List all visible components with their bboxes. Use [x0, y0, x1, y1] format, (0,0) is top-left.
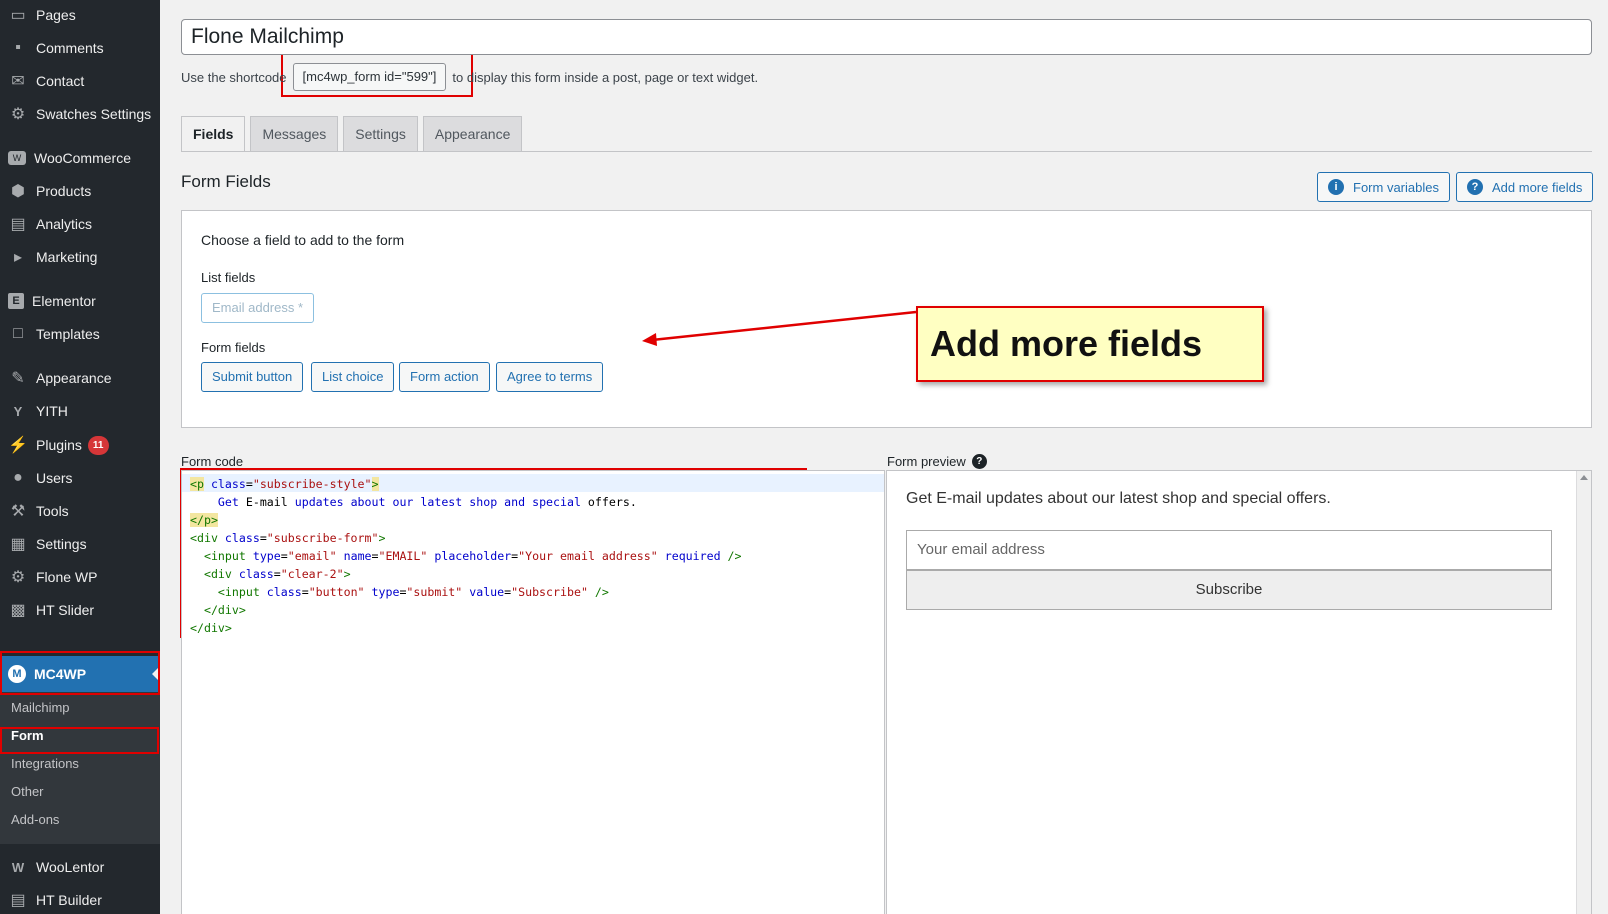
list-choice-field-button[interactable]: List choice [311, 362, 395, 392]
shortcode-prefix: Use the shortcode [181, 69, 287, 85]
tab-appearance[interactable]: Appearance [422, 116, 523, 151]
help-icon[interactable]: ? [971, 454, 987, 469]
gear-icon: ⚙ [10, 569, 26, 586]
sidebar-item-analytics[interactable]: ▤ Analytics [0, 209, 160, 239]
sidebar-item-marketing[interactable]: ▸ Marketing [0, 242, 160, 272]
plug-icon: ⚡ [8, 437, 28, 454]
document-icon: ▤ [10, 892, 26, 909]
submenu-item-form[interactable]: Form [11, 728, 44, 743]
email-address-field-button[interactable]: Email address * [201, 293, 315, 323]
form-title-input[interactable]: Flone Mailchimp [181, 19, 1592, 55]
submenu-item-integrations[interactable]: Integrations [11, 756, 79, 771]
code-line: </div> [190, 621, 232, 635]
sidebar-item-pages[interactable]: ▭ Pages [0, 0, 160, 30]
list-fields-label: List fields [201, 270, 256, 285]
info-icon: i [1328, 179, 1344, 195]
preview-subscribe-button[interactable]: Subscribe [906, 570, 1552, 610]
sidebar-item-users[interactable]: ● Users [0, 463, 160, 493]
sidebar-item-tools[interactable]: ⚒ Tools [0, 496, 160, 526]
gear-icon: ⚙ [10, 106, 26, 123]
form-preview-label-text: Form preview [887, 454, 966, 469]
submenu-item-mailchimp[interactable]: Mailchimp [11, 700, 70, 715]
mc4wp-icon: M [8, 665, 26, 683]
woolentor-icon: W [11, 859, 25, 875]
pages-icon: ▭ [10, 7, 26, 24]
form-preview-label: Form preview ? [887, 454, 987, 469]
shortcode-field[interactable]: [mc4wp_form id="599"] [292, 63, 447, 91]
mc4wp-submenu: Mailchimp Form Integrations Other Add-on… [0, 692, 160, 844]
form-code-label: Form code [181, 454, 244, 469]
sidebar-item-elementor[interactable]: E Elementor [0, 286, 160, 316]
sidebar-item-templates[interactable]: □ Templates [0, 319, 160, 349]
comments-icon: ▪ [15, 39, 21, 56]
sidebar-item-ht-builder[interactable]: ▤ HT Builder [0, 885, 160, 914]
help-icon: ? [1467, 179, 1483, 195]
tabs-divider [181, 151, 1592, 152]
sidebar-item-appearance[interactable]: ✎ Appearance [0, 363, 160, 393]
tab-fields[interactable]: Fields [181, 116, 246, 152]
slider-icon: ▩ [10, 602, 26, 619]
preview-email-input[interactable]: Your email address [906, 530, 1552, 570]
sidebar-item-comments[interactable]: ▪ Comments [0, 33, 160, 63]
shortcode-row: Use the shortcode [mc4wp_form id="599"] … [181, 63, 759, 91]
woocommerce-icon: W [8, 151, 26, 165]
envelope-icon: ✉ [11, 73, 25, 90]
shortcode-suffix: to display this form inside a post, page… [452, 69, 759, 85]
form-fields-label: Form fields [201, 340, 266, 355]
callout-arrow [642, 310, 917, 346]
folder-icon: □ [13, 325, 23, 342]
sidebar-item-woocommerce[interactable]: W WooCommerce [0, 143, 160, 173]
sidebar-item-settings[interactable]: ▦ Settings [0, 529, 160, 559]
form-tabs: Fields Messages Settings Appearance [181, 116, 527, 154]
submenu-item-other[interactable]: Other [11, 784, 44, 799]
user-icon: ● [13, 469, 23, 486]
submenu-item-add-ons[interactable]: Add-ons [11, 812, 59, 827]
agree-to-terms-field-button[interactable]: Agree to terms [496, 362, 604, 392]
preview-intro-text: Get E-mail updates about our latest shop… [906, 490, 1331, 507]
add-more-fields-callout: Add more fields [916, 306, 1264, 382]
preview-scrollbar[interactable] [1576, 471, 1591, 914]
sidebar-item-ht-slider[interactable]: ▩ HT Slider [0, 595, 160, 625]
box-icon: ⬢ [11, 183, 25, 200]
form-fields-heading: Form Fields [181, 172, 271, 191]
sidebar-item-mc4wp[interactable]: M MC4WP [0, 656, 160, 692]
sidebar-item-plugins[interactable]: ⚡ Plugins 11 [0, 430, 160, 460]
megaphone-icon: ▸ [13, 249, 23, 266]
code-line: <input class="button" type="submit" valu… [217, 585, 609, 599]
sidebar-item-products[interactable]: ⬢ Products [0, 176, 160, 206]
code-line: </div> [203, 603, 246, 617]
form-code-editor[interactable]: <p class="subscribe-style"> Get E-mail u… [181, 470, 885, 914]
add-more-fields-label: Add more fields [1492, 179, 1583, 195]
add-more-fields-button[interactable]: ? Add more fields [1456, 172, 1594, 202]
bar-chart-icon: ▤ [10, 216, 26, 233]
code-line: <input type="email" name="EMAIL" placeho… [203, 549, 742, 563]
form-action-field-button[interactable]: Form action [399, 362, 490, 392]
admin-sidebar: ▭ Pages ▪ Comments ✉ Contact ⚙ Swatches … [0, 0, 160, 914]
code-line: </p> [190, 513, 218, 527]
code-line: <p class="subscribe-style"> [190, 477, 379, 491]
code-content: <p class="subscribe-style"> Get E-mail u… [190, 475, 742, 637]
yith-icon: Y [13, 403, 23, 419]
code-line: Get E-mail updates about our latest shop… [210, 495, 637, 509]
scroll-up-icon[interactable] [1580, 475, 1588, 480]
sidebar-item-swatches-settings[interactable]: ⚙ Swatches Settings [0, 99, 160, 129]
choose-field-label: Choose a field to add to the form [201, 232, 405, 248]
form-variables-label: Form variables [1353, 179, 1439, 195]
tab-settings[interactable]: Settings [343, 116, 418, 151]
sidebar-item-woolentor[interactable]: W WooLentor [0, 852, 160, 882]
plugins-update-badge: 11 [87, 435, 109, 455]
form-variables-button[interactable]: i Form variables [1317, 172, 1450, 202]
submit-button-field-button[interactable]: Submit button [201, 362, 304, 392]
sidebar-item-contact[interactable]: ✉ Contact [0, 66, 160, 96]
tab-messages[interactable]: Messages [250, 116, 339, 151]
code-line: <div class="clear-2"> [203, 567, 351, 581]
code-line: <div class="subscribe-form"> [190, 531, 386, 545]
brush-icon: ✎ [11, 370, 25, 387]
settings-icon: ▦ [10, 536, 26, 553]
sidebar-item-yith[interactable]: Y YITH [0, 396, 160, 426]
sidebar-item-flone-wp[interactable]: ⚙ Flone WP [0, 562, 160, 592]
elementor-icon: E [8, 293, 24, 309]
wrench-icon: ⚒ [10, 503, 26, 520]
